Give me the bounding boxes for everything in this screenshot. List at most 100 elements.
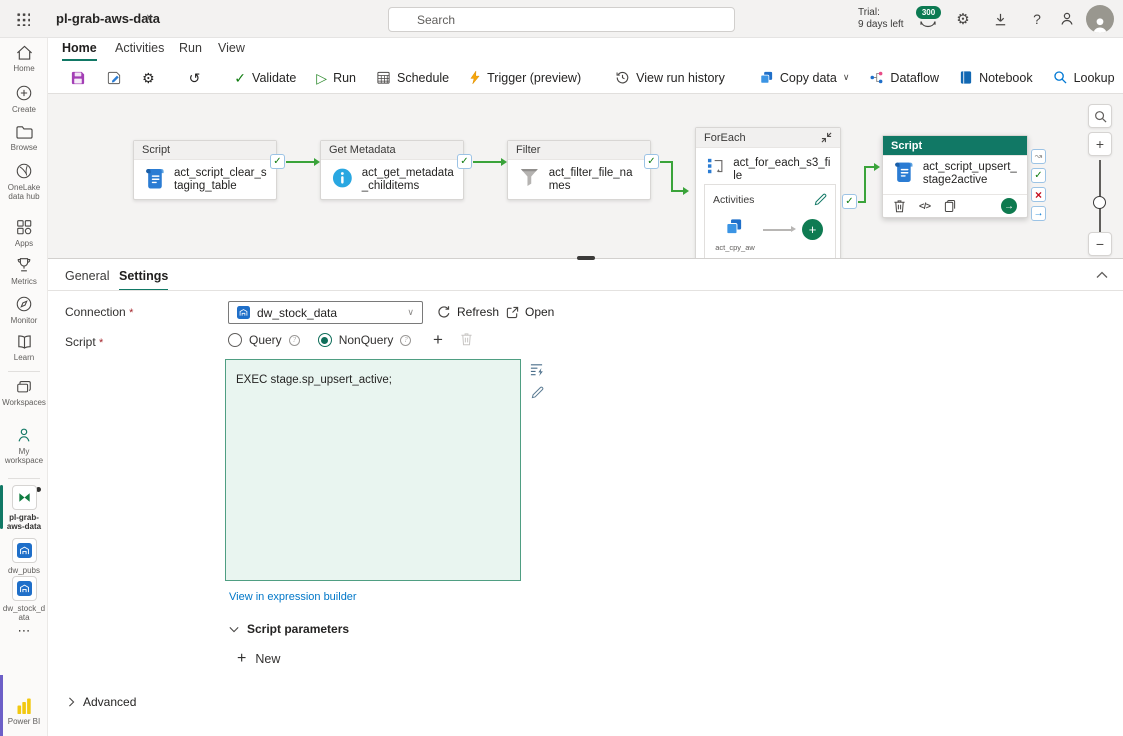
pipeline-title[interactable]: pl-grab-aws-data bbox=[56, 11, 160, 26]
nonquery-radio[interactable] bbox=[318, 333, 332, 347]
copy-data-button[interactable]: Copy data ∨ bbox=[751, 66, 858, 89]
get-metadata-icon bbox=[332, 167, 353, 189]
sidebar-item-create[interactable]: Create bbox=[0, 84, 48, 114]
sidebar-item-my-workspace[interactable]: My workspace bbox=[0, 426, 48, 465]
lookup-button[interactable]: Lookup bbox=[1045, 66, 1123, 89]
sidebar-item-warehouse-dw-stock-data[interactable]: dw_stock_data bbox=[0, 576, 48, 622]
pipeline-icon bbox=[12, 485, 37, 510]
foreach-activities-label: Activities bbox=[713, 194, 754, 206]
sidebar-item-warehouse-dw-pubs[interactable]: dw_pubs bbox=[0, 538, 48, 575]
activity-header: Script bbox=[134, 141, 276, 160]
activity-settings-panel: General Settings Connection * dw_stock_d… bbox=[48, 258, 1123, 736]
success-port-badge[interactable]: ✓ bbox=[1031, 168, 1046, 183]
run-button[interactable]: ▷ Run bbox=[308, 67, 364, 89]
edit-activities-pencil-icon[interactable] bbox=[814, 193, 827, 206]
sidebar-item-monitor[interactable]: Monitor bbox=[0, 295, 48, 325]
zoom-in-button[interactable]: + bbox=[1088, 132, 1112, 156]
app-launcher-icon[interactable] bbox=[16, 12, 30, 26]
sidebar-item-metrics[interactable]: Metrics bbox=[0, 256, 48, 286]
zoom-slider-handle[interactable] bbox=[1093, 196, 1106, 209]
pipeline-canvas[interactable]: Script act_script_clear_staging_table ✓ … bbox=[48, 94, 1123, 258]
skip-port-badge[interactable]: ↝ bbox=[1031, 149, 1046, 164]
inner-activity-name: act_cpy_aw bbox=[711, 243, 759, 252]
panel-resize-handle[interactable] bbox=[577, 256, 595, 260]
sidebar-item-home[interactable]: Home bbox=[0, 44, 48, 73]
pipeline-settings-button[interactable]: ⚙ bbox=[134, 67, 163, 89]
tab-activities[interactable]: Activities bbox=[115, 41, 164, 59]
activity-header: Filter bbox=[508, 141, 650, 160]
activity-card-filter[interactable]: Filter act_filter_file_names bbox=[507, 140, 651, 200]
refresh-button[interactable]: Refresh bbox=[437, 305, 499, 319]
canvas-search-button[interactable] bbox=[1088, 104, 1112, 128]
expression-builder-link[interactable]: View in expression builder bbox=[229, 591, 357, 603]
delete-activity-icon[interactable] bbox=[893, 199, 906, 213]
tab-run[interactable]: Run bbox=[179, 41, 202, 59]
add-activity-button[interactable]: + bbox=[802, 219, 823, 240]
script-code-editor[interactable]: EXEC stage.sp_upsert_active; bbox=[225, 359, 521, 581]
save-button[interactable] bbox=[62, 66, 94, 90]
connection-value: dw_stock_data bbox=[257, 306, 400, 320]
nonquery-info-icon[interactable]: ? bbox=[400, 335, 411, 346]
search-input[interactable] bbox=[388, 7, 735, 32]
feedback-icon[interactable] bbox=[1058, 10, 1076, 28]
add-script-button[interactable]: + bbox=[433, 330, 443, 350]
connection-dropdown[interactable]: dw_stock_data ∨ bbox=[228, 301, 423, 324]
completion-port-badge[interactable]: → bbox=[1031, 206, 1046, 221]
activity-card-script-upsert-selected[interactable]: Script act_script_upsert_stage2active </… bbox=[882, 135, 1028, 218]
tab-home[interactable]: Home bbox=[62, 41, 97, 61]
sidebar-item-learn[interactable]: Learn bbox=[0, 334, 48, 362]
foreach-activities-container[interactable]: Activities act_cpy_aw + bbox=[704, 184, 836, 258]
rail-more-button[interactable]: ⋯ bbox=[0, 623, 48, 639]
code-view-icon[interactable]: </> bbox=[919, 201, 931, 211]
dataflow-button[interactable]: Dataflow bbox=[861, 66, 947, 89]
query-radio[interactable] bbox=[228, 333, 242, 347]
collapse-icon[interactable] bbox=[821, 132, 832, 143]
script-icon bbox=[894, 161, 914, 184]
validate-button[interactable]: ✓ Validate bbox=[226, 67, 304, 89]
sidebar-item-browse[interactable]: Browse bbox=[0, 124, 48, 152]
dynamic-content-icon[interactable] bbox=[529, 363, 544, 377]
help-icon[interactable]: ? bbox=[1028, 10, 1046, 28]
plus-icon: + bbox=[237, 652, 246, 666]
panel-tab-general[interactable]: General bbox=[65, 269, 109, 289]
sidebar-item-apps[interactable]: Apps bbox=[0, 218, 48, 248]
clone-activity-icon[interactable] bbox=[944, 199, 956, 213]
rail-divider bbox=[8, 371, 40, 372]
notebook-button[interactable]: Notebook bbox=[951, 66, 1041, 89]
view-run-history-button[interactable]: View run history bbox=[607, 66, 733, 89]
panel-tab-settings[interactable]: Settings bbox=[119, 269, 168, 291]
undo-button[interactable]: ↺ bbox=[181, 67, 209, 89]
trigger-button[interactable]: Trigger (preview) bbox=[461, 66, 589, 89]
activity-card-foreach[interactable]: ForEach act_for_each_s3_file Activities … bbox=[695, 127, 841, 258]
tab-view[interactable]: View bbox=[218, 41, 245, 59]
schedule-button[interactable]: Schedule bbox=[368, 66, 457, 89]
dataflow-branch-icon bbox=[869, 70, 884, 85]
user-avatar[interactable] bbox=[1086, 5, 1114, 33]
advanced-label: Advanced bbox=[83, 695, 136, 709]
save-as-button[interactable] bbox=[98, 66, 130, 90]
query-info-icon[interactable]: ? bbox=[289, 335, 300, 346]
left-navigation-rail: Home Create Browse OneLake data hub Apps… bbox=[0, 38, 48, 736]
new-parameter-button[interactable]: + New bbox=[237, 652, 280, 666]
edit-code-pencil-icon[interactable] bbox=[531, 386, 544, 399]
rewards-icon[interactable] bbox=[919, 19, 937, 31]
chevron-down-icon bbox=[229, 626, 239, 633]
add-next-activity-button[interactable]: → bbox=[1001, 198, 1017, 214]
download-icon[interactable] bbox=[991, 10, 1009, 28]
open-connection-button[interactable]: Open bbox=[506, 305, 554, 319]
zoom-out-button[interactable]: − bbox=[1088, 232, 1112, 256]
delete-script-icon-disabled[interactable] bbox=[460, 332, 473, 346]
fail-port-badge[interactable]: × bbox=[1031, 187, 1046, 202]
activity-card-script-clear-staging[interactable]: Script act_script_clear_staging_table bbox=[133, 140, 277, 200]
settings-gear-icon[interactable]: ⚙ bbox=[954, 10, 972, 28]
advanced-collapser[interactable]: Advanced bbox=[68, 695, 136, 709]
title-chevron-down-icon[interactable]: ∨ bbox=[146, 12, 153, 23]
product-switcher-power-bi[interactable]: Power BI bbox=[0, 698, 48, 726]
activity-card-get-metadata[interactable]: Get Metadata act_get_metadata_childitems bbox=[320, 140, 464, 200]
sidebar-item-workspaces[interactable]: Workspaces bbox=[0, 378, 48, 407]
success-port-badge: ✓ bbox=[457, 154, 472, 169]
sidebar-item-onelake-data-hub[interactable]: OneLake data hub bbox=[0, 162, 48, 201]
collapse-panel-chevron-icon[interactable] bbox=[1096, 271, 1108, 279]
sidebar-item-pipeline-pl-grab-aws-data[interactable]: pl-grab-aws-data bbox=[0, 485, 48, 531]
script-parameters-collapser[interactable]: Script parameters bbox=[229, 622, 349, 636]
